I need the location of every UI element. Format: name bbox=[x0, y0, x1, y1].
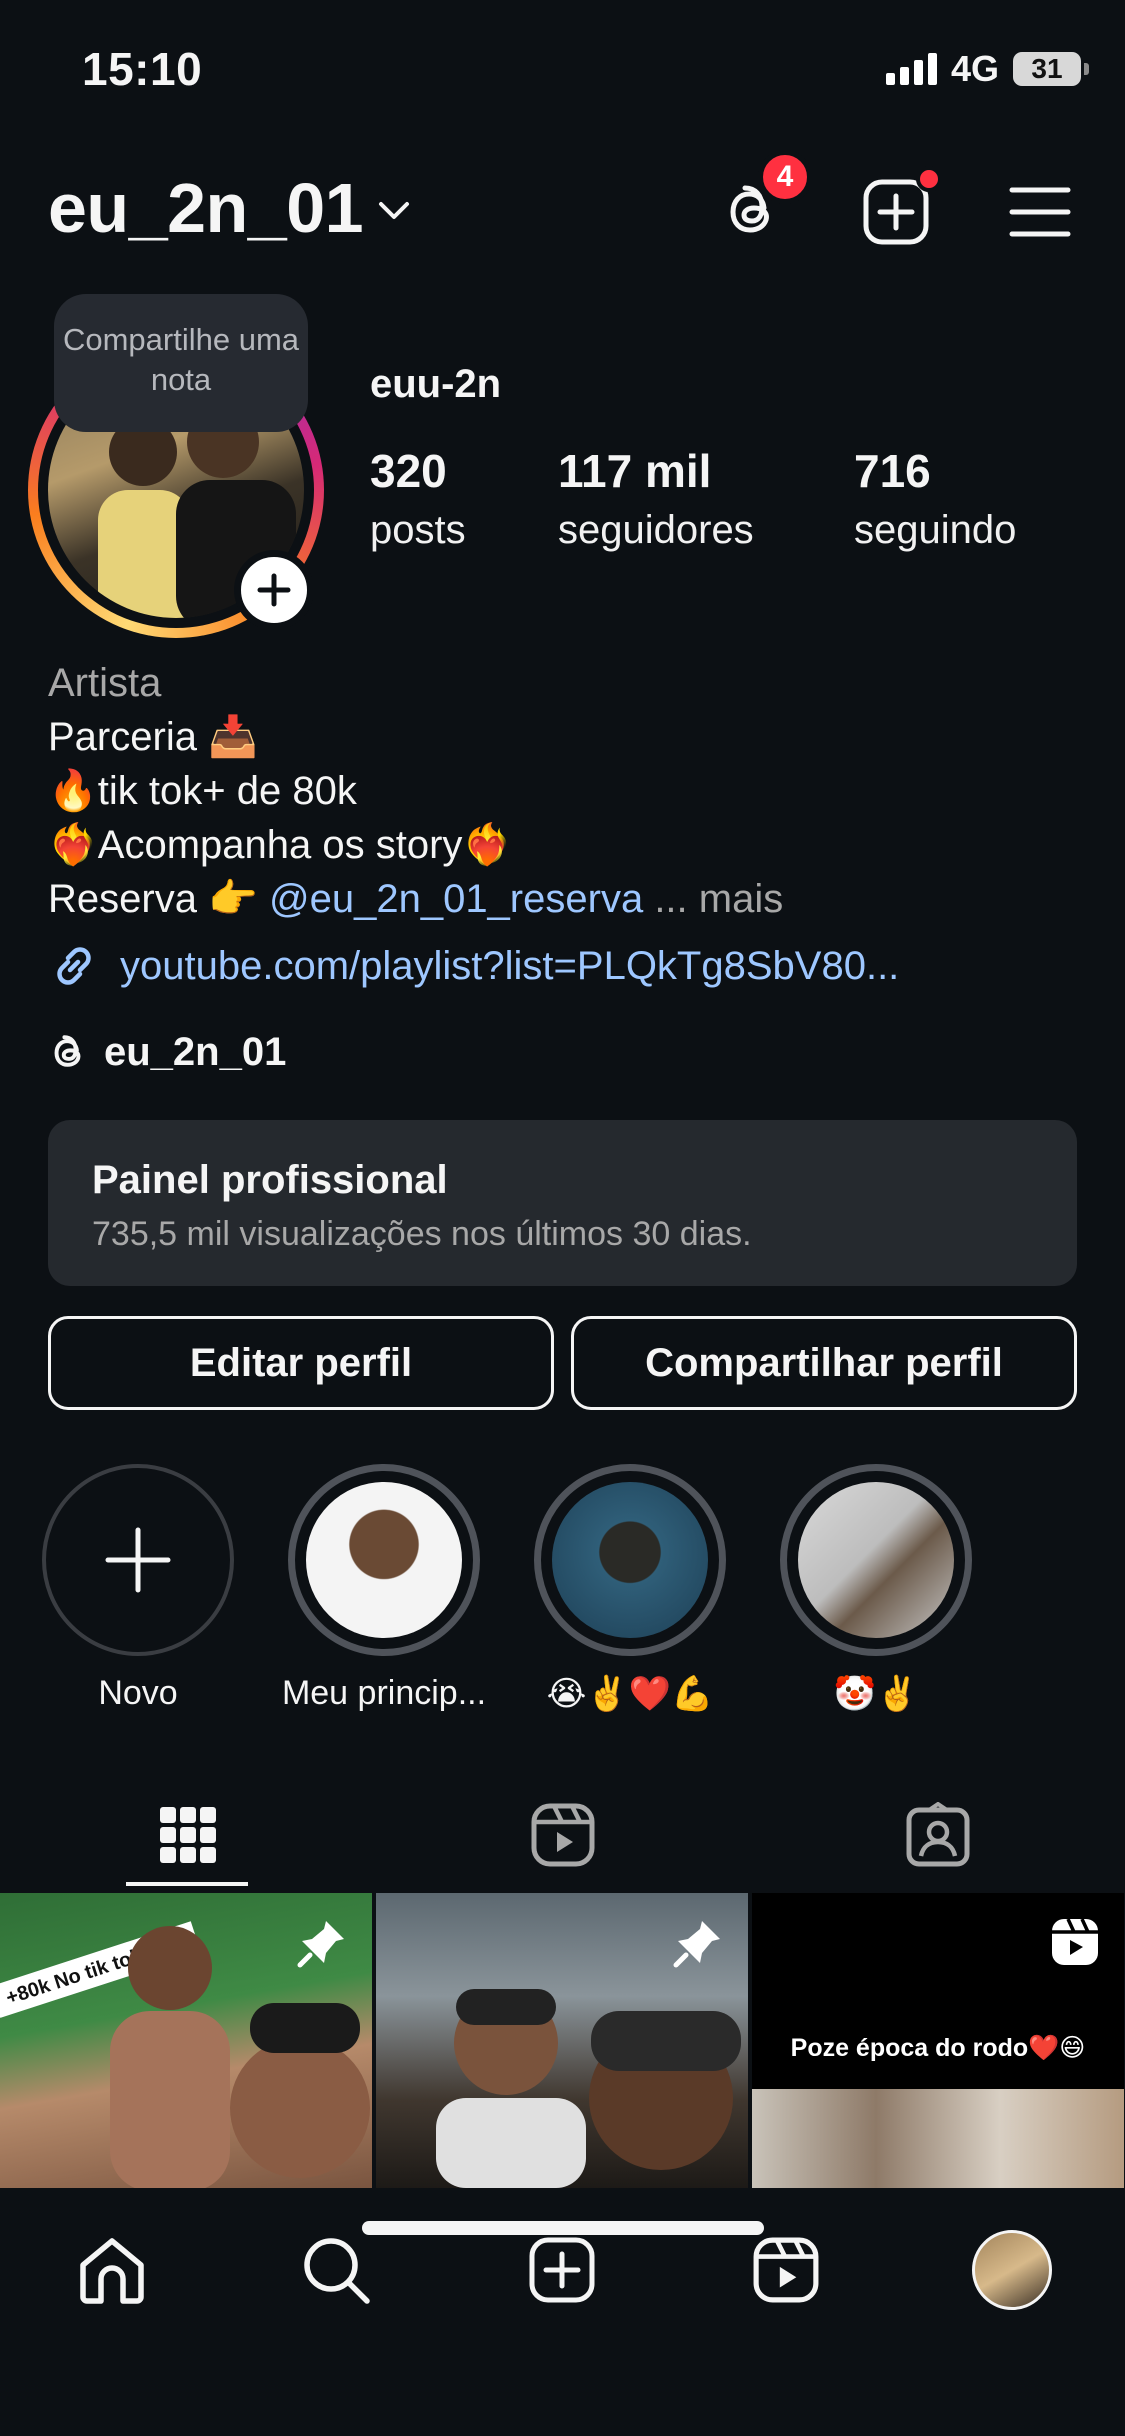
home-indicator[interactable] bbox=[362, 2221, 764, 2235]
posts-grid: +80k No tik tok😍👀 Poze época do rodo❤️😄 bbox=[0, 1893, 1125, 2188]
highlight-cover bbox=[534, 1464, 726, 1656]
link-url: youtube.com/playlist?list=PLQkTg8SbV80..… bbox=[120, 943, 900, 988]
reels-icon bbox=[753, 2237, 819, 2303]
nav-profile[interactable] bbox=[962, 2220, 1062, 2320]
notification-dot bbox=[916, 166, 942, 192]
followers-count: 117 mil bbox=[558, 445, 712, 497]
nav-search[interactable] bbox=[286, 2220, 386, 2320]
post-photo bbox=[752, 2089, 1124, 2188]
threads-button[interactable]: 4 bbox=[712, 150, 812, 252]
profile-header: eu_2n_01 4 bbox=[0, 150, 1125, 270]
display-name: euu-2n bbox=[370, 362, 502, 406]
post-overlay-caption: Poze época do rodo❤️😄 bbox=[790, 2034, 1086, 2062]
add-story-button[interactable] bbox=[234, 550, 314, 630]
share-profile-button[interactable]: Compartilhar perfil bbox=[571, 1316, 1077, 1410]
plus-icon bbox=[257, 573, 291, 607]
status-time: 15:10 bbox=[82, 43, 203, 95]
following-stat[interactable]: 716 seguindo bbox=[854, 444, 1016, 553]
status-bar: 15:10 4G 31 bbox=[0, 0, 1125, 140]
highlight-new[interactable]: Novo bbox=[42, 1464, 234, 1713]
followers-label: seguidores bbox=[558, 508, 754, 552]
highlight-label: 🤡✌️ bbox=[833, 1675, 919, 1713]
signal-icon bbox=[885, 53, 937, 85]
bio-line-1: Parceria 📥 bbox=[48, 715, 258, 759]
highlight-label: Novo bbox=[98, 1674, 178, 1712]
plus-icon bbox=[105, 1527, 171, 1593]
followers-stat[interactable]: 117 mil seguidores bbox=[558, 444, 754, 553]
grid-icon bbox=[159, 1807, 216, 1863]
bio-reserve-label: Reserva 👉 bbox=[48, 877, 269, 921]
threads-handle: eu_2n_01 bbox=[104, 1030, 287, 1074]
post-thumbnail[interactable]: Poze época do rodo❤️😄 bbox=[752, 1893, 1124, 2188]
profile-avatar-icon bbox=[972, 2230, 1052, 2310]
tab-reels[interactable] bbox=[375, 1780, 750, 1890]
active-tab-indicator bbox=[126, 1882, 248, 1886]
following-count: 716 bbox=[854, 445, 931, 497]
nav-create[interactable] bbox=[512, 2220, 612, 2320]
network-type: 4G bbox=[950, 48, 999, 89]
reel-icon bbox=[1052, 1918, 1098, 1965]
highlight-cover bbox=[288, 1464, 480, 1656]
pin-icon bbox=[297, 1921, 344, 1968]
edit-profile-button[interactable]: Editar perfil bbox=[48, 1316, 554, 1410]
professional-dashboard[interactable]: Painel profissional 735,5 mil visualizaç… bbox=[48, 1120, 1077, 1286]
threads-icon bbox=[54, 1034, 81, 1067]
bio-external-link[interactable]: youtube.com/playlist?list=PLQkTg8SbV80..… bbox=[48, 940, 899, 992]
highlight-image bbox=[552, 1482, 708, 1638]
chevron-down-icon bbox=[379, 202, 410, 219]
battery-level: 31 bbox=[1031, 53, 1063, 84]
posts-stat[interactable]: 320 posts bbox=[370, 444, 466, 553]
profile-bio: Artista Parceria 📥 🔥tik tok+ de 80k ❤️‍🔥… bbox=[48, 656, 1078, 926]
tab-posts-grid[interactable] bbox=[0, 1780, 375, 1890]
highlight-image bbox=[798, 1482, 954, 1638]
search-icon bbox=[304, 2238, 370, 2304]
highlight-item[interactable]: Meu princip... bbox=[282, 1464, 486, 1713]
nav-home[interactable] bbox=[62, 2220, 162, 2320]
nav-reels[interactable] bbox=[736, 2220, 836, 2320]
tagged-user-icon bbox=[906, 1802, 969, 1867]
highlight-new-circle bbox=[42, 1464, 234, 1656]
reels-icon bbox=[531, 1803, 594, 1867]
bio-line-4: Reserva 👉 @eu_2n_01_reserva ... mais bbox=[48, 872, 1078, 926]
highlight-item[interactable]: 🤡✌️ bbox=[780, 1464, 972, 1714]
status-indicators: 4G 31 bbox=[885, 48, 1089, 90]
post-thumbnail[interactable]: +80k No tik tok😍👀 bbox=[0, 1893, 372, 2188]
link-icon bbox=[57, 947, 91, 985]
bio-line-2: 🔥tik tok+ de 80k bbox=[48, 769, 357, 813]
highlight-item[interactable]: 😭✌️❤️💪 bbox=[534, 1464, 726, 1714]
header-username: eu_2n_01 bbox=[48, 169, 364, 247]
highlight-label: 😭✌️❤️💪 bbox=[546, 1675, 714, 1713]
hamburger-menu-icon bbox=[1009, 187, 1071, 237]
pin-icon bbox=[673, 1921, 720, 1968]
account-switcher[interactable]: eu_2n_01 bbox=[48, 168, 411, 248]
create-button[interactable] bbox=[856, 166, 942, 252]
highlight-cover bbox=[780, 1464, 972, 1656]
highlight-image bbox=[306, 1482, 462, 1638]
post-thumbnail[interactable] bbox=[376, 1893, 748, 2188]
panel-subtitle: 735,5 mil visualizações nos últimos 30 d… bbox=[92, 1215, 752, 1253]
threads-profile-link[interactable]: eu_2n_01 bbox=[48, 1030, 286, 1075]
tab-tagged[interactable] bbox=[750, 1780, 1125, 1890]
posts-label: posts bbox=[370, 508, 466, 552]
bio-mention-link[interactable]: @eu_2n_01_reserva bbox=[269, 877, 643, 921]
add-square-icon bbox=[529, 2237, 595, 2303]
note-prompt: Compartilhe uma nota bbox=[62, 322, 300, 397]
posts-count: 320 bbox=[370, 445, 447, 497]
home-icon bbox=[80, 2238, 144, 2304]
note-bubble[interactable]: Compartilhe uma nota bbox=[54, 294, 308, 432]
panel-title: Painel profissional bbox=[92, 1158, 448, 1202]
battery-icon: 31 bbox=[1013, 52, 1089, 86]
menu-button[interactable] bbox=[1000, 172, 1080, 252]
threads-badge: 4 bbox=[758, 150, 812, 204]
highlight-label: Meu princip... bbox=[281, 1674, 487, 1712]
bio-more-link[interactable]: ... mais bbox=[654, 877, 783, 921]
following-label: seguindo bbox=[854, 508, 1017, 552]
bio-category: Artista bbox=[48, 661, 162, 705]
bio-line-3: ❤️‍🔥Acompanha os story❤️‍🔥 bbox=[48, 823, 513, 867]
